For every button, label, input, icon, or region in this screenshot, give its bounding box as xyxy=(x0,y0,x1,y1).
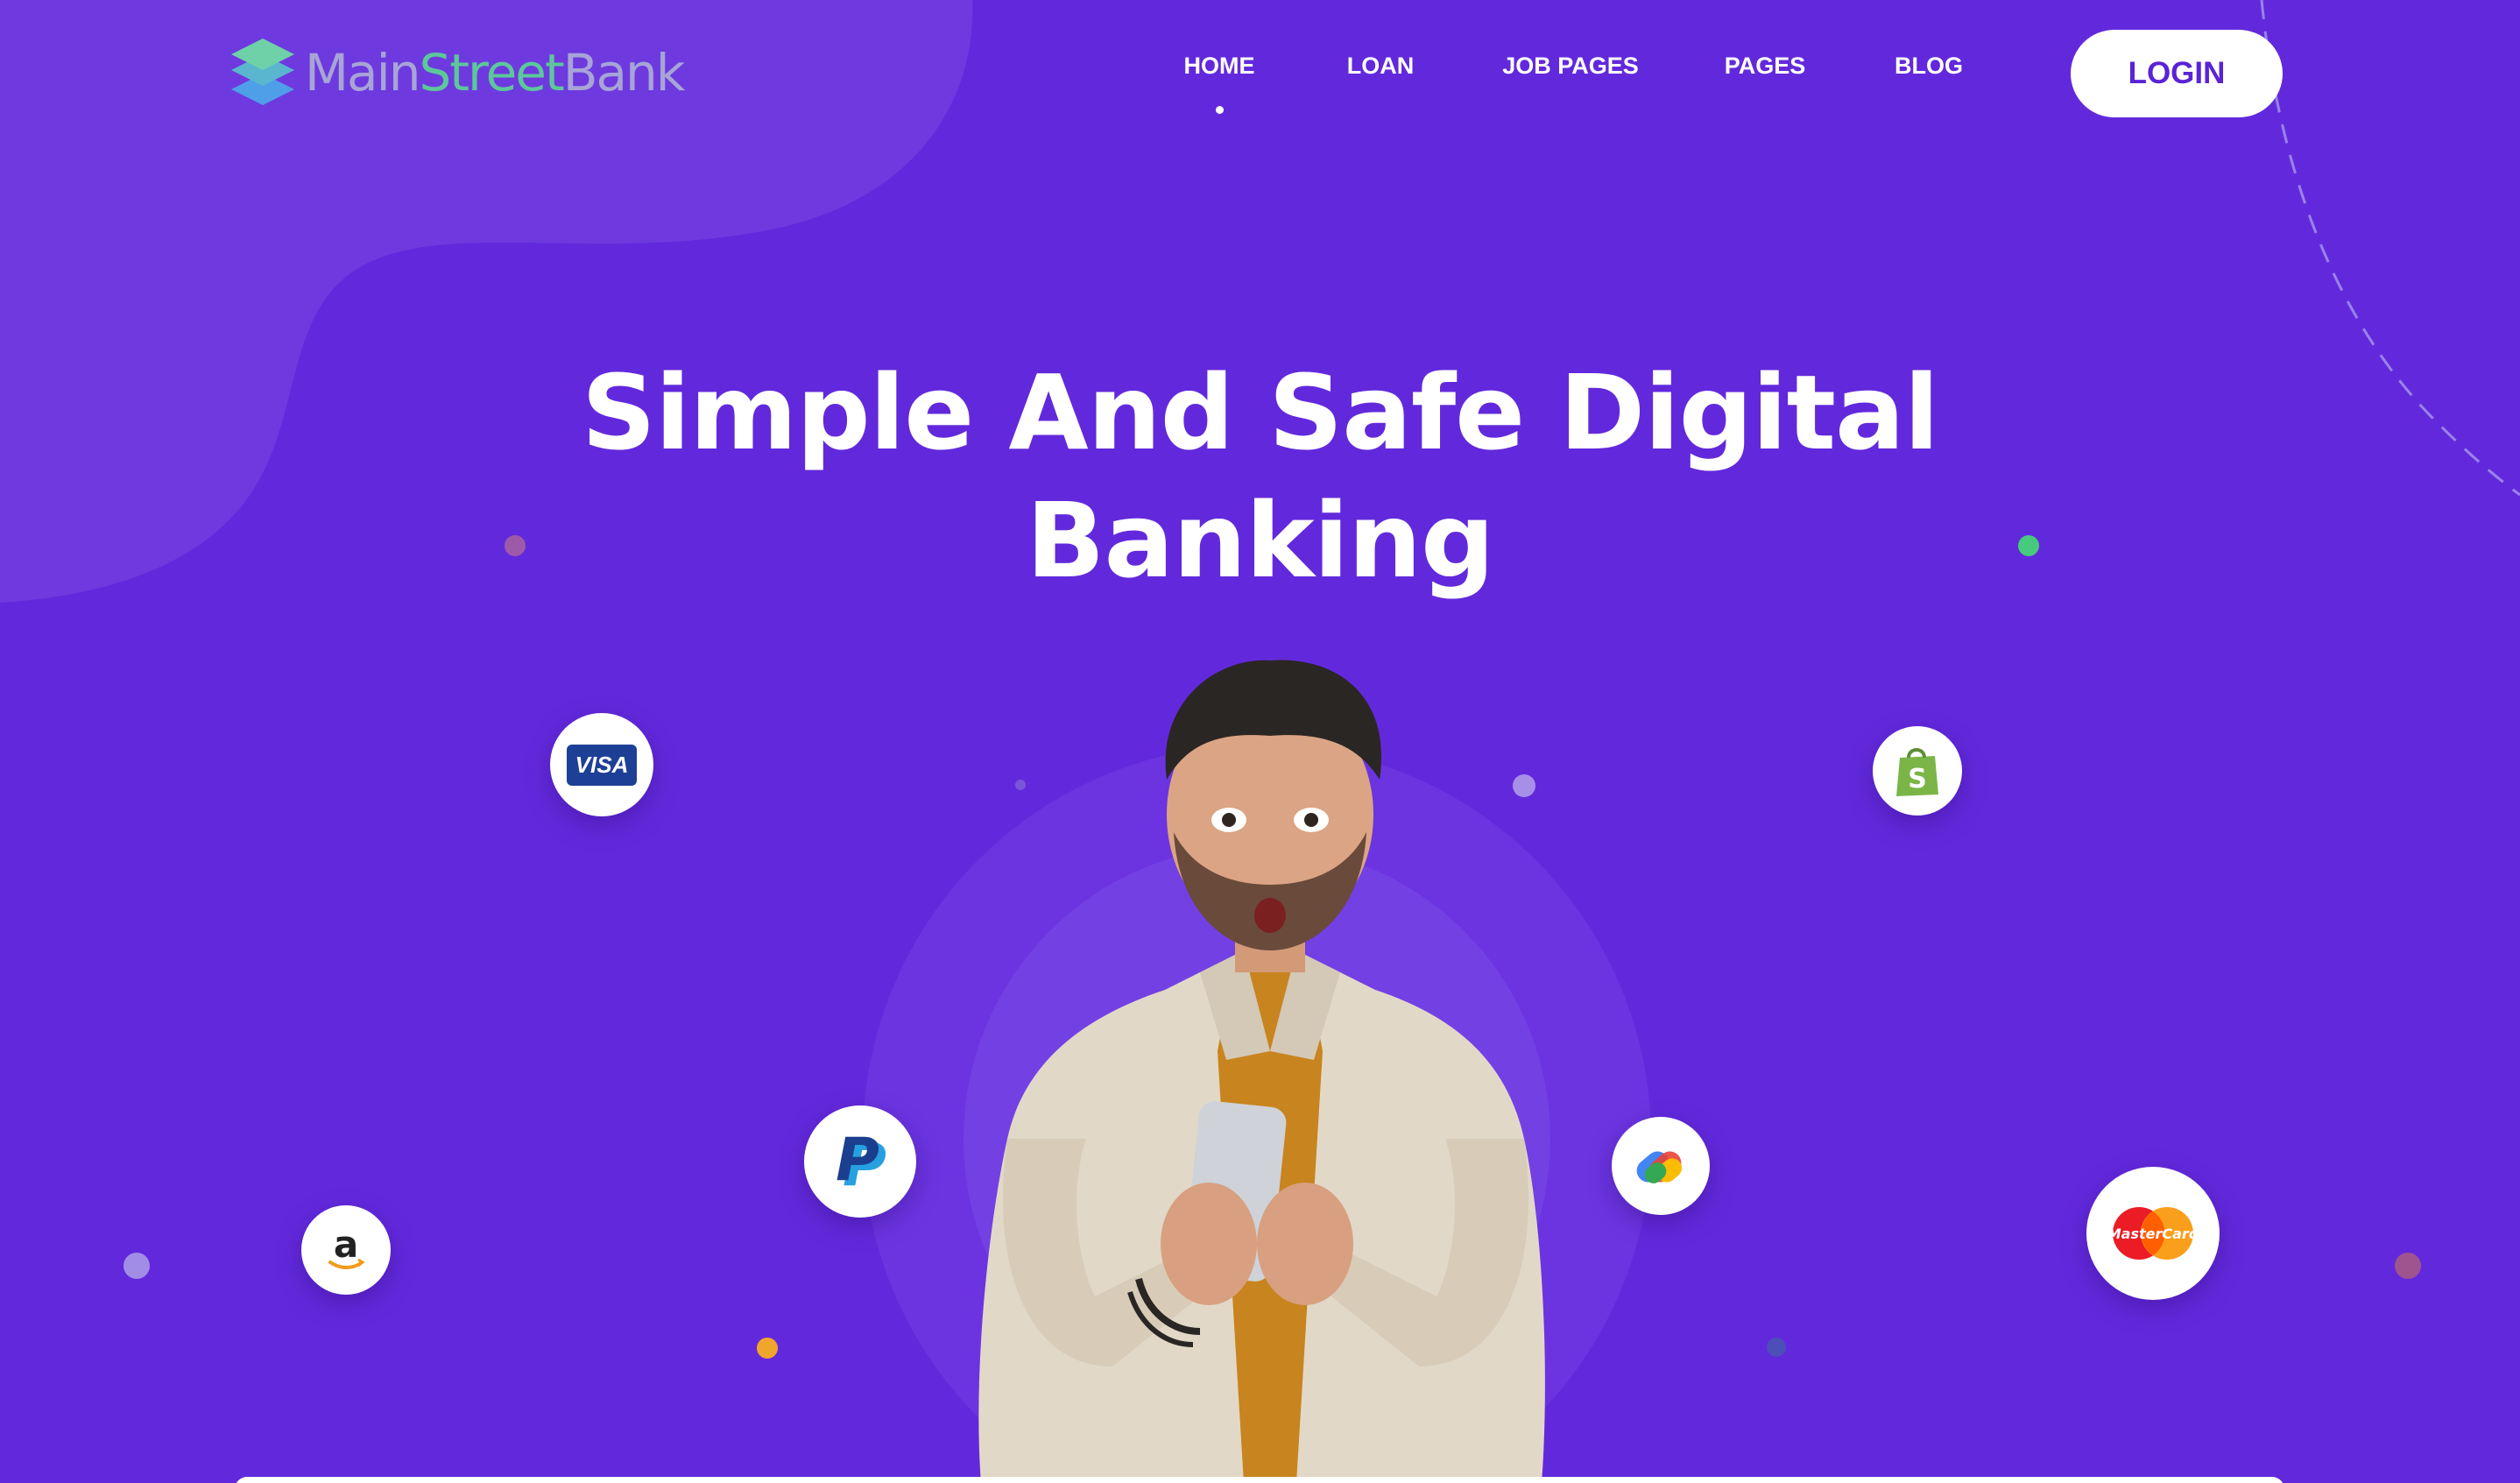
paypal-icon: P P xyxy=(836,1131,886,1192)
hero-title-line-2: Banking xyxy=(1026,480,1495,601)
brand-logo[interactable]: MainStreetBank xyxy=(229,39,686,107)
brand-name-street: Street xyxy=(419,43,564,102)
decor-dot xyxy=(124,1253,150,1279)
svg-text:P: P xyxy=(836,1131,879,1192)
svg-text:a: a xyxy=(334,1225,358,1266)
brand-name-bank: Bank xyxy=(562,43,686,102)
nav-item-home[interactable]: HOME xyxy=(1184,53,1255,80)
bottom-card-edge xyxy=(235,1477,2284,1483)
paypal-badge: P P xyxy=(804,1105,916,1218)
visa-icon: VISA xyxy=(566,744,638,786)
nav-item-loan[interactable]: LOAN xyxy=(1347,53,1415,80)
amazon-badge: a xyxy=(301,1205,391,1295)
decor-dot xyxy=(505,535,526,556)
decor-dot xyxy=(1767,1338,1786,1357)
stacked-layers-icon xyxy=(231,39,294,105)
hero-title: Simple And Safe Digital Banking xyxy=(0,349,2520,604)
nav-item-pages[interactable]: PAGES xyxy=(1725,53,1806,80)
mastercard-icon: MasterCard xyxy=(2107,1207,2199,1260)
hero-person-image xyxy=(978,660,1545,1483)
active-nav-indicator xyxy=(1216,106,1224,114)
mastercard-label: MasterCard xyxy=(2107,1225,2199,1242)
google-pay-badge xyxy=(1612,1117,1710,1215)
brand-name-main: Main xyxy=(305,43,420,102)
hero-title-line-1: Simple And Safe Digital xyxy=(581,352,1939,473)
visa-badge: VISA xyxy=(550,713,653,816)
landing-page: MainStreetBank HOME LOAN JOB PAGES PAGES… xyxy=(0,0,2520,1483)
login-button[interactable]: LOGIN xyxy=(2071,30,2283,117)
google-pay-icon xyxy=(1636,1151,1683,1183)
shopify-badge: S xyxy=(1873,726,1962,816)
decor-dot xyxy=(2395,1253,2421,1279)
nav-item-blog[interactable]: BLOG xyxy=(1895,53,1963,80)
decor-dot xyxy=(2018,535,2039,556)
nav-item-job-pages[interactable]: JOB PAGES xyxy=(1502,53,1639,80)
svg-text:S: S xyxy=(1908,764,1927,794)
amazon-icon: a xyxy=(328,1225,365,1269)
decor-dot xyxy=(757,1338,778,1359)
mastercard-badge: MasterCard xyxy=(2086,1167,2220,1300)
shopify-icon: S xyxy=(1896,748,1938,796)
brand-name: MainStreetBank xyxy=(305,43,686,102)
